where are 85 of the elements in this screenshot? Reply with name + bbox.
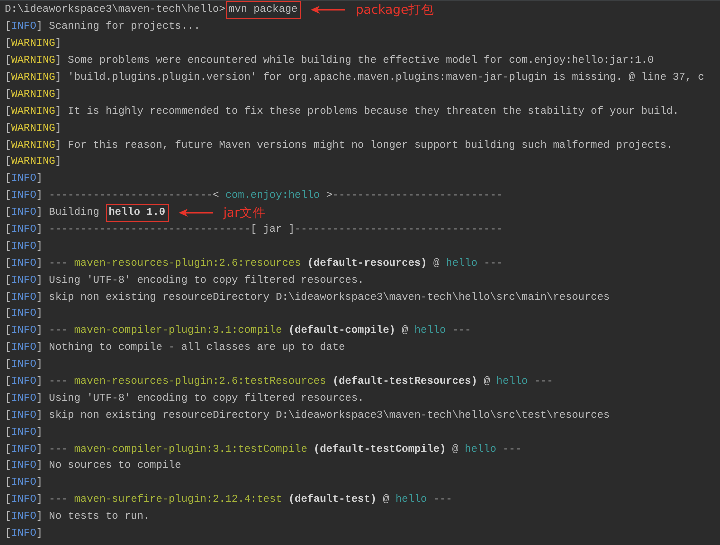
goal-text: (default-testCompile): [312, 444, 446, 456]
arrow-icon: [178, 208, 214, 218]
log-text: D:\ideaworkspace3\maven-tech\hello>: [5, 4, 226, 16]
project-name: hello: [446, 258, 478, 270]
level-tag: [INFO]: [5, 274, 43, 287]
level-tag: [INFO]: [5, 342, 43, 354]
log-text: @: [382, 494, 390, 506]
plugin-name: maven-resources-plugin:2.6:resources: [74, 258, 302, 270]
level-tag: [WARNING]: [5, 55, 62, 68]
log-text: ---: [432, 494, 452, 506]
log-text: ---: [48, 494, 70, 506]
level-tag: [INFO]: [5, 308, 43, 320]
level-tag: [WARNING]: [5, 38, 62, 50]
level-tag: [INFO]: [5, 511, 43, 524]
log-text: Using 'UTF-8' encoding to copy filtered resources.: [48, 392, 364, 405]
log-text: >---------------------------: [325, 190, 503, 202]
log-text: Nothing to compile - all classes are up to date: [48, 342, 346, 354]
goal-text: (default-resources): [306, 258, 428, 270]
level-tag: [INFO]: [5, 426, 43, 439]
log-text: Scanning for projects...: [48, 21, 200, 34]
log-text: @: [482, 376, 492, 388]
level-tag: [INFO]: [5, 392, 43, 405]
log-text: ---: [48, 325, 70, 338]
goal-text: (default-testResources): [332, 376, 478, 388]
log-text: --------------------------<: [48, 190, 220, 202]
log-text: Building: [48, 207, 101, 220]
plugin-name: maven-resources-plugin:2.6:testResources: [74, 376, 326, 388]
log-text: ---: [48, 376, 70, 388]
plugin-name: maven-surefire-plugin:2.12.4:test: [74, 494, 282, 506]
level-tag: [INFO]: [5, 410, 43, 422]
level-tag: [WARNING]: [5, 156, 62, 168]
log-text: ---: [48, 444, 70, 456]
log-text: ---: [451, 325, 472, 338]
log-text: It is highly recommended to fix these problems because they threaten the stability of your build.: [67, 106, 680, 118]
log-text: skip non existing resourceDirectory D:\ideaworkspace3\maven-tech\hello\src\test\resources: [48, 410, 610, 422]
level-tag: [INFO]: [5, 477, 43, 490]
level-tag: [INFO]: [5, 240, 43, 253]
arrow-icon: [310, 5, 346, 16]
level-tag: [INFO]: [5, 224, 43, 236]
level-tag: [WARNING]: [5, 140, 62, 152]
plugin-name: maven-compiler-plugin:3.1:testCompile: [74, 444, 308, 456]
log-text: skip non existing resourceDirectory D:\ideaworkspace3\maven-tech\hello\src\main\resources: [48, 292, 610, 304]
annotation-label: package打包: [356, 2, 435, 19]
project-name: com.enjoy:hello: [226, 190, 320, 202]
level-tag: [WARNING]: [5, 88, 62, 101]
highlighted-text: mvn package: [226, 2, 300, 18]
highlighted-text: hello 1.0: [106, 205, 168, 222]
log-text: ---: [482, 258, 503, 270]
log-text: @: [451, 444, 460, 456]
level-tag: [INFO]: [5, 376, 43, 388]
log-text: ---: [533, 376, 554, 388]
project-name: hello: [465, 444, 497, 456]
level-tag: [INFO]: [5, 292, 43, 304]
log-text: @: [401, 325, 410, 338]
level-tag: [INFO]: [5, 207, 43, 220]
level-tag: [WARNING]: [5, 72, 62, 84]
project-name: hello: [496, 376, 528, 388]
log-text: Some problems were encountered while building the effective model for com.enjoy:hello:jar:1.0: [67, 55, 654, 68]
level-tag: [INFO]: [5, 258, 43, 270]
level-tag: [WARNING]: [5, 122, 62, 135]
log-text: 'build.plugins.plugin.version' for org.apache.maven.plugins:maven-jar-plugin is missing. @ line 37, c: [67, 72, 704, 84]
level-tag: [INFO]: [5, 173, 43, 186]
log-text: @: [432, 258, 441, 270]
goal-text: (default-compile): [288, 325, 396, 338]
level-tag: [INFO]: [5, 359, 43, 372]
level-tag: [INFO]: [5, 325, 43, 338]
plugin-name: maven-compiler-plugin:3.1:compile: [74, 325, 282, 338]
log-text: Using 'UTF-8' encoding to copy filtered resources.: [48, 274, 364, 287]
level-tag: [INFO]: [5, 494, 43, 506]
project-name: hello: [396, 494, 428, 506]
log-text: --------------------------------[ jar ]---------------------------------: [48, 224, 503, 236]
log-text: ---: [502, 444, 522, 456]
level-tag: [INFO]: [5, 190, 43, 202]
goal-text: (default-test): [288, 494, 377, 506]
log-text: For this reason, future Maven versions might no longer support building such malformed projects.: [67, 140, 673, 152]
level-tag: [INFO]: [5, 444, 43, 456]
level-tag: [WARNING]: [5, 106, 62, 118]
level-tag: [INFO]: [5, 528, 43, 540]
project-name: hello: [414, 325, 446, 338]
level-tag: [INFO]: [5, 460, 43, 472]
log-text: No tests to run.: [48, 511, 150, 524]
log-text: No sources to compile: [48, 460, 182, 472]
log-text: ---: [48, 258, 70, 270]
level-tag: [INFO]: [5, 21, 43, 34]
annotation-label: jar文件: [224, 204, 266, 222]
